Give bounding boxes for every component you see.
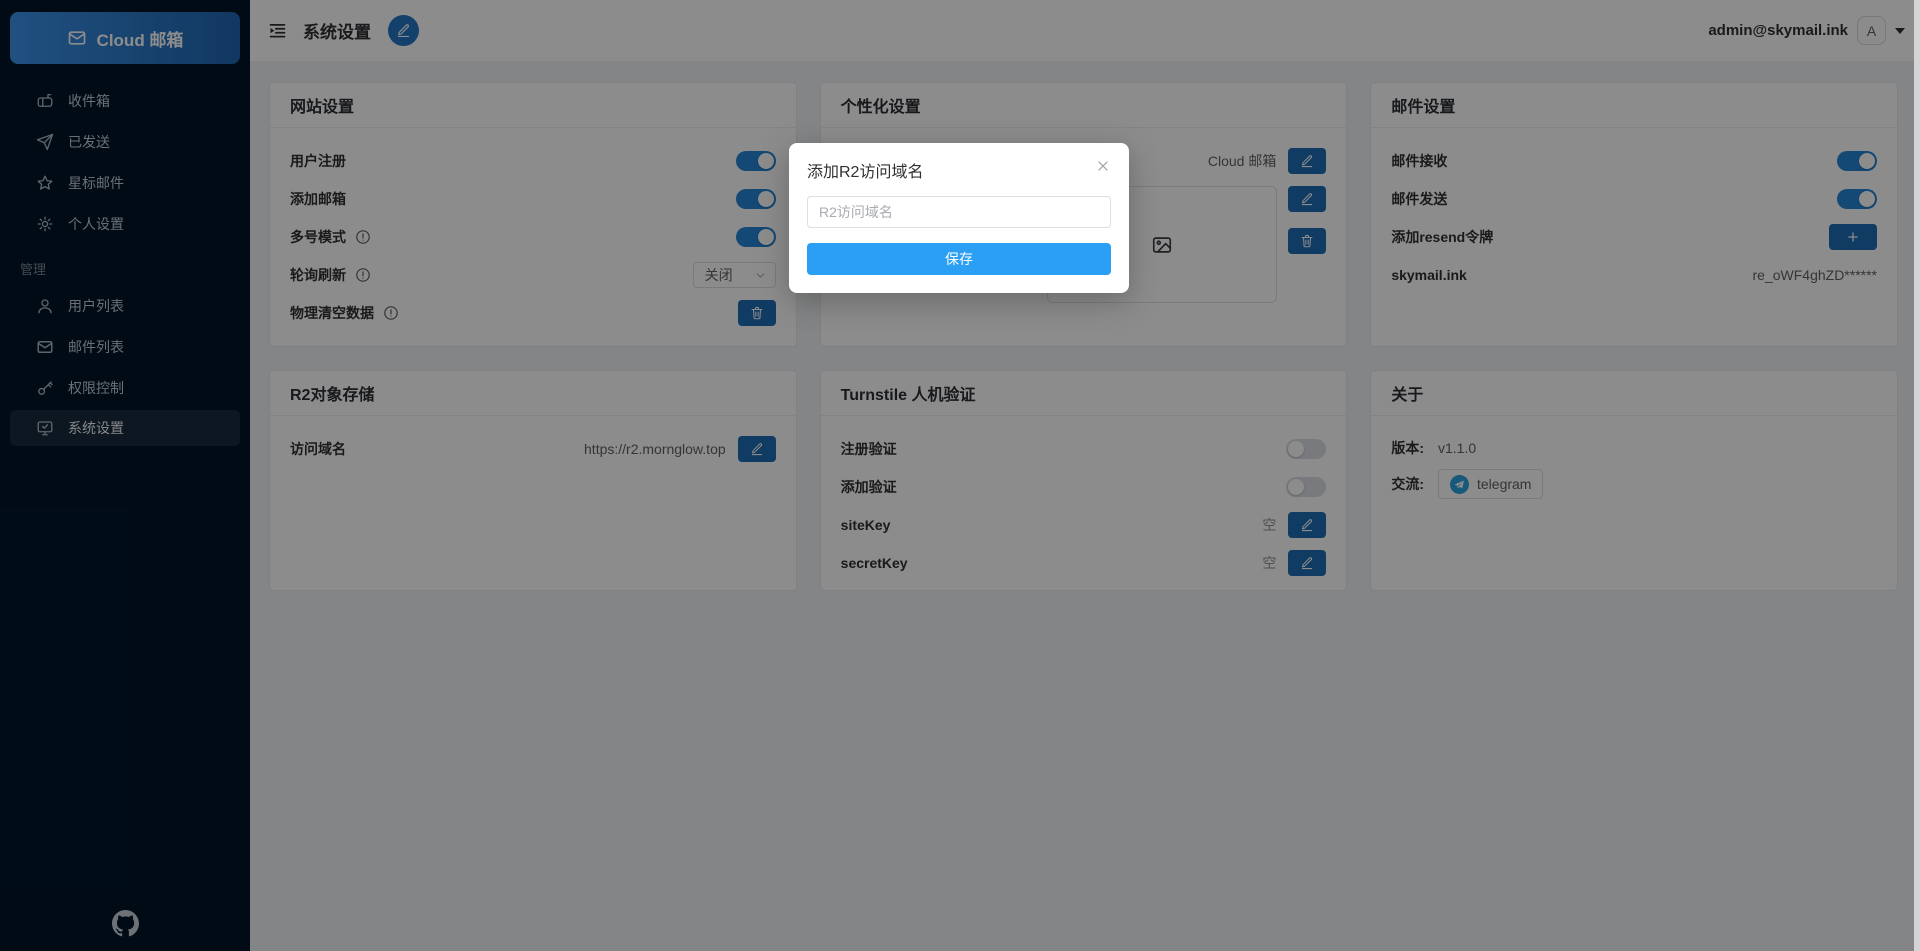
close-icon bbox=[1095, 158, 1111, 174]
dialog-title: 添加R2访问域名 bbox=[807, 158, 923, 182]
r2-domain-input[interactable] bbox=[807, 196, 1111, 228]
close-dialog-button[interactable] bbox=[1093, 156, 1113, 176]
save-button[interactable]: 保存 bbox=[807, 243, 1111, 275]
scrollbar[interactable] bbox=[1914, 0, 1920, 951]
add-r2-domain-dialog: 添加R2访问域名 保存 bbox=[789, 143, 1129, 293]
